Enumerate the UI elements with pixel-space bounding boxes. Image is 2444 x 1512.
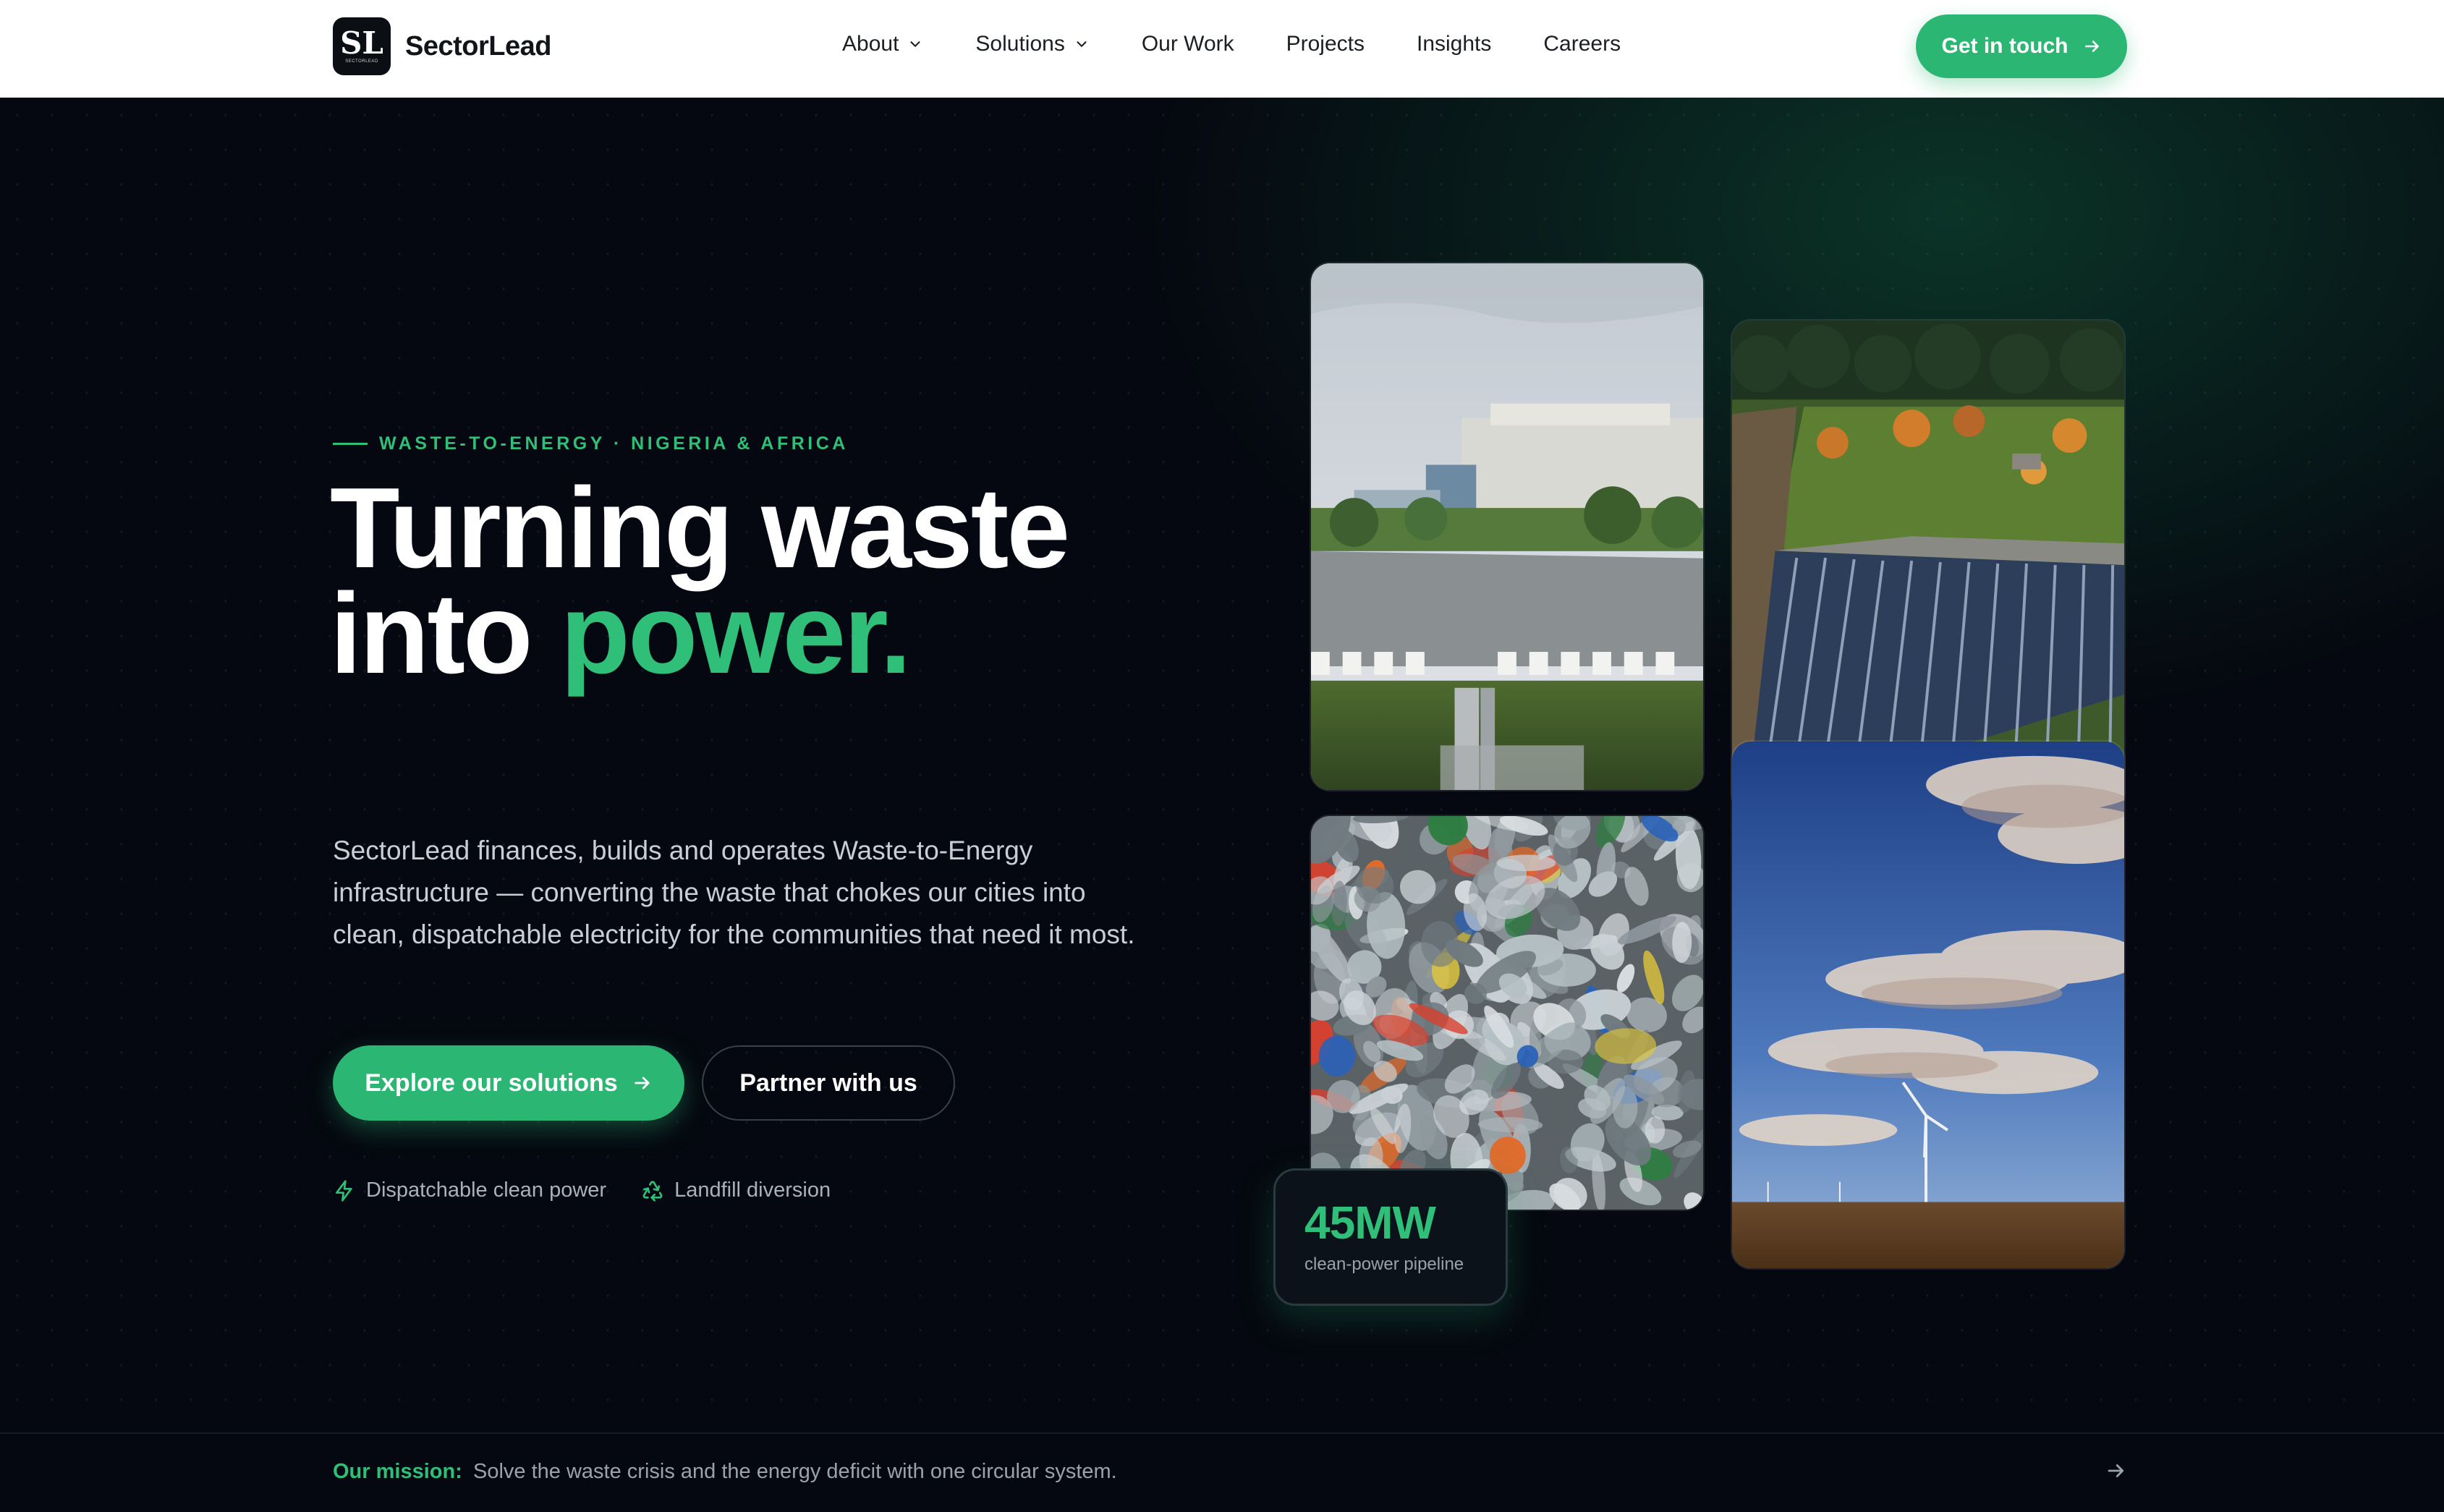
- arrow-right-icon[interactable]: [2105, 1460, 2127, 1482]
- explore-solutions-label: Explore our solutions: [365, 1069, 618, 1097]
- get-in-touch-button[interactable]: Get in touch: [1916, 14, 2127, 78]
- mission-bar[interactable]: Our mission: Solve the waste crisis and …: [0, 1432, 2444, 1508]
- top-navigation: SL SECTORLEAD SectorLead About Solutions…: [0, 0, 2444, 98]
- eyebrow-text: WASTE-TO-ENERGY · NIGERIA & AFRICA: [379, 433, 849, 454]
- recycle-icon: [642, 1180, 663, 1202]
- nav-item-label: Insights: [1417, 32, 1492, 56]
- explore-solutions-button[interactable]: Explore our solutions: [333, 1045, 684, 1121]
- main-menu: About Solutions Our Work Projects Insigh…: [842, 32, 1621, 56]
- nav-item-label: Projects: [1286, 32, 1365, 56]
- mission-text: Solve the waste crisis and the energy de…: [473, 1460, 1117, 1483]
- nav-item-label: About: [842, 32, 899, 56]
- nav-item-label: Our Work: [1141, 32, 1234, 56]
- arrow-right-icon: [635, 1076, 650, 1090]
- stat-label: clean-power pipeline: [1304, 1254, 1464, 1274]
- mission-label: Our mission:: [333, 1460, 462, 1483]
- hero-eyebrow: WASTE-TO-ENERGY · NIGERIA & AFRICA: [333, 433, 849, 454]
- stat-value: 45MW: [1304, 1197, 1436, 1249]
- hero-section: WASTE-TO-ENERGY · NIGERIA & AFRICA Turni…: [0, 98, 2444, 1432]
- wind-turbine-field-photo: [1731, 740, 2126, 1270]
- hero-description: SectorLead finances, builds and operates…: [333, 836, 1135, 949]
- feature-item: Landfill diversion: [641, 1178, 831, 1202]
- stat-card: 45MW clean-power pipeline: [1273, 1168, 1508, 1306]
- nav-item-projects[interactable]: Projects: [1286, 32, 1365, 56]
- brand-mark-glyph: SL: [340, 25, 383, 61]
- nav-item-careers[interactable]: Careers: [1543, 32, 1621, 56]
- plastic-bottles-bale-photo: [1310, 815, 1705, 1211]
- chevron-down-icon: [910, 41, 920, 47]
- nav-item-label: Solutions: [975, 32, 1065, 56]
- nav-item-solutions[interactable]: Solutions: [975, 32, 1089, 56]
- lightning-icon: [336, 1179, 352, 1202]
- feature-label: Dispatchable clean power: [366, 1178, 607, 1202]
- feature-item: Dispatchable clean power: [333, 1178, 606, 1202]
- nav-item-label: Careers: [1543, 32, 1621, 56]
- nav-item-about[interactable]: About: [842, 32, 923, 56]
- nav-item-insights[interactable]: Insights: [1417, 32, 1491, 56]
- headline-line-2-prefix: into: [330, 570, 561, 697]
- hero-headline: Turning waste into power.: [330, 471, 1270, 691]
- feature-label: Landfill diversion: [674, 1178, 831, 1202]
- brand-mark-caption: SECTORLEAD: [345, 59, 378, 64]
- partner-with-us-label: Partner with us: [739, 1069, 917, 1097]
- hero-features: Dispatchable clean power Landfill divers…: [333, 1178, 831, 1202]
- partner-with-us-button[interactable]: Partner with us: [702, 1045, 955, 1121]
- brand-mark-icon: SL SECTORLEAD: [333, 17, 391, 75]
- get-in-touch-label: Get in touch: [1941, 34, 2069, 58]
- nav-item-our-work[interactable]: Our Work: [1142, 32, 1234, 56]
- arrow-right-icon: [2084, 41, 2099, 52]
- brand-name: SectorLead: [405, 30, 551, 61]
- brand-logo[interactable]: SL SECTORLEAD SectorLead: [333, 17, 551, 75]
- chevron-down-icon: [1077, 41, 1087, 47]
- headline-accent: power.: [560, 570, 911, 697]
- eyebrow-rule: [333, 443, 368, 445]
- waste-to-energy-plant-photo: [1310, 262, 1705, 791]
